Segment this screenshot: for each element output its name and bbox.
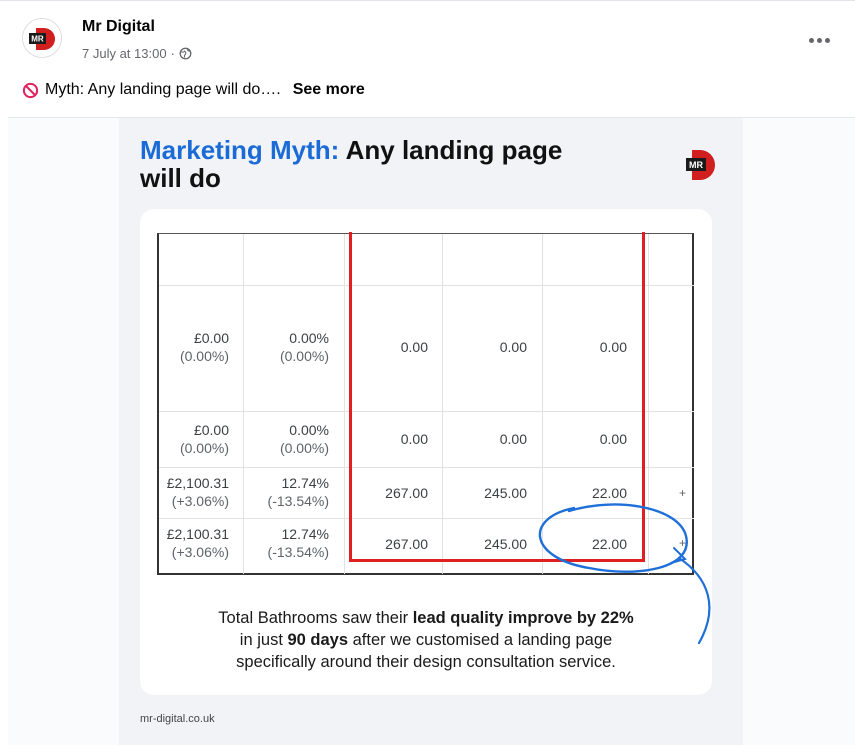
card-title-highlight: Marketing Myth: [140,135,340,165]
cost-cell: £0.00 (0.00%) [179,330,229,364]
svg-text:MR: MR [689,160,703,170]
card-brand-logo: MR [686,150,715,180]
table-panel: £0.00 (0.00%) 0.00% (0.00%) 0.00 0.00 0.00… [140,209,712,695]
expand-icon[interactable]: + [679,536,686,550]
footer-url: mr-digital.co.uk [140,713,215,725]
page-name[interactable]: Mr Digital [82,18,155,36]
mr-digital-logo-icon: MR [23,19,61,57]
see-more-link[interactable]: See more [293,81,365,99]
meta-separator: · [170,46,175,61]
rate-cell: 12.74% (-13.54%) [267,526,329,560]
globe-icon [179,47,192,60]
cost-cell: £0.00 (0.00%) [179,422,229,456]
rate-cell: 0.00% (0.00%) [279,422,329,456]
post-caption: Myth: Any landing page will do…. See mor… [22,81,365,99]
post-meta: 7 July at 13:00 · [82,46,192,61]
rate-cell: 12.74% (-13.54%) [267,475,329,509]
card-description: Total Bathrooms saw their lead quality i… [218,609,634,671]
card-title-line2: will do [140,163,221,193]
post-header: MR Mr Digital 7 July at 13:00 · [0,1,855,71]
page-avatar[interactable]: MR [22,18,62,58]
prohibited-icon [22,82,39,98]
cost-cell: £2,100.31 (+3.06%) [166,526,229,560]
card-title: Marketing Myth: Any landing page will do [140,136,562,192]
rate-cell: 0.00% (0.00%) [279,330,329,364]
facebook-post: MR Mr Digital 7 July at 13:00 · Myth: An… [0,0,855,745]
caption-text: Myth: Any landing page will do…. [45,81,281,98]
svg-text:MR: MR [31,35,44,44]
post-image[interactable]: Marketing Myth: Any landing page will do… [8,117,855,745]
metrics-table: £0.00 (0.00%) 0.00% (0.00%) 0.00 0.00 0.00… [157,232,694,575]
cost-cell: £2,100.31 (+3.06%) [166,475,229,509]
highlight-box [349,232,645,562]
post-timestamp[interactable]: 7 July at 13:00 [82,46,167,61]
expand-icon[interactable]: + [679,486,686,500]
more-options-icon[interactable] [807,28,831,52]
myth-card: Marketing Myth: Any landing page will do… [119,118,743,745]
card-title-main: Any landing page [345,135,563,165]
